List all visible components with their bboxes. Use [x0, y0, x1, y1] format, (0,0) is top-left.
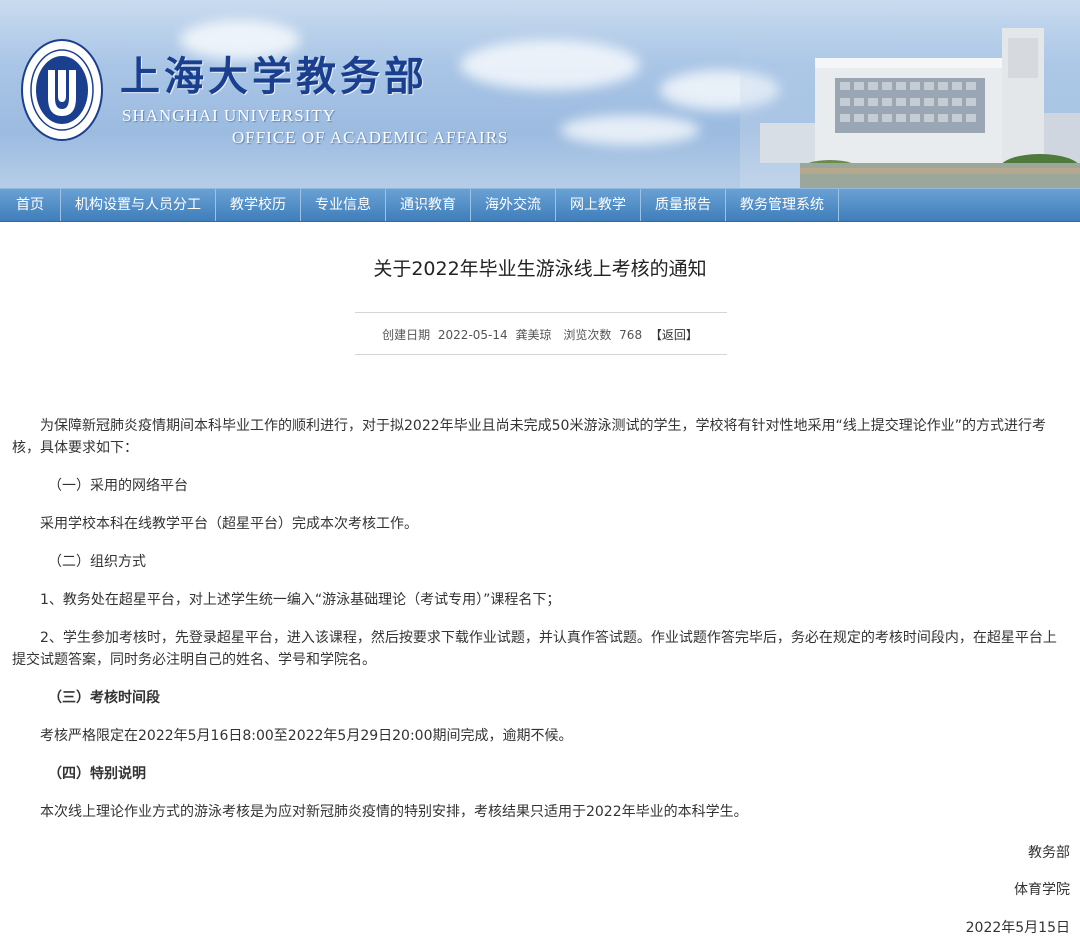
- cloud-decoration: [460, 40, 640, 90]
- created-date: 2022-05-14: [437, 328, 508, 342]
- site-title-en-line1: SHANGHAI UNIVERSITY: [122, 106, 337, 125]
- section-body: 采用学校本科在线教学平台（超星平台）完成本次考核工作。: [40, 516, 418, 532]
- list-item: 1、教务处在超星平台，对上述学生统一编入“游泳基础理论（考试专用）”课程名下；: [40, 592, 561, 608]
- nav-item-general-education[interactable]: 通识教育: [386, 189, 471, 221]
- signature-dept1: 教务部: [1028, 845, 1070, 861]
- views-label: 浏览次数: [563, 328, 612, 342]
- site-title-cn: 上海大学教务部: [120, 53, 428, 100]
- created-label: 创建日期: [382, 328, 431, 342]
- header-banner: 上海大学教务部 SHANGHAI UNIVERSITY OFFICE OF AC…: [0, 0, 1080, 188]
- signature-dept2: 体育学院: [1014, 882, 1070, 898]
- author: 龚美琼: [515, 328, 552, 342]
- nav-item-management-system[interactable]: 教务管理系统: [726, 189, 839, 221]
- section-heading: （三）考核时间段: [48, 690, 160, 706]
- cloud-decoration: [560, 115, 700, 145]
- nav-item-overseas-exchange[interactable]: 海外交流: [471, 189, 556, 221]
- meta-divider-top: [355, 312, 727, 313]
- article-title: 关于2022年毕业生游泳线上考核的通知: [373, 258, 707, 280]
- nav-item-organization[interactable]: 机构设置与人员分工: [61, 189, 216, 221]
- nav-item-quality-report[interactable]: 质量报告: [641, 189, 726, 221]
- main-nav: 首页 机构设置与人员分工 教学校历 专业信息 通识教育 海外交流 网上教学 质量…: [0, 188, 1080, 222]
- signature-date: 2022年5月15日: [965, 920, 1070, 936]
- meta-divider-bottom: [355, 354, 727, 355]
- campus-building-image: [740, 18, 1080, 188]
- nav-item-calendar[interactable]: 教学校历: [216, 189, 301, 221]
- article-meta: 创建日期 2022-05-14 龚美琼 浏览次数 768 【返回】: [0, 326, 1080, 343]
- list-item: 2、学生参加考核时，先登录超星平台，进入该课程，然后按要求下载作业试题，并认真作…: [12, 630, 1057, 668]
- back-link[interactable]: 【返回】: [650, 328, 698, 342]
- section-heading: （四）特别说明: [48, 766, 146, 782]
- nav-item-majors[interactable]: 专业信息: [301, 189, 386, 221]
- intro-paragraph: 为保障新冠肺炎疫情期间本科毕业工作的顺利进行，对于拟2022年毕业且尚未完成50…: [12, 418, 1046, 456]
- nav-item-online-teaching[interactable]: 网上教学: [556, 189, 641, 221]
- section-heading: （一）采用的网络平台: [48, 478, 188, 494]
- views-count: 768: [619, 328, 643, 342]
- site-title-en-line2: OFFICE OF ACADEMIC AFFAIRS: [232, 128, 509, 147]
- section-heading: （二）组织方式: [48, 554, 146, 570]
- section-body: 本次线上理论作业方式的游泳考核是为应对新冠肺炎疫情的特别安排，考核结果只适用于2…: [40, 804, 748, 820]
- nav-item-home[interactable]: 首页: [0, 189, 61, 221]
- university-logo-icon[interactable]: [20, 38, 104, 142]
- article-body: 为保障新冠肺炎疫情期间本科毕业工作的顺利进行，对于拟2022年毕业且尚未完成50…: [12, 415, 1070, 823]
- section-body: 考核严格限定在2022年5月16日8:00至2022年5月29日20:00期间完…: [40, 728, 573, 744]
